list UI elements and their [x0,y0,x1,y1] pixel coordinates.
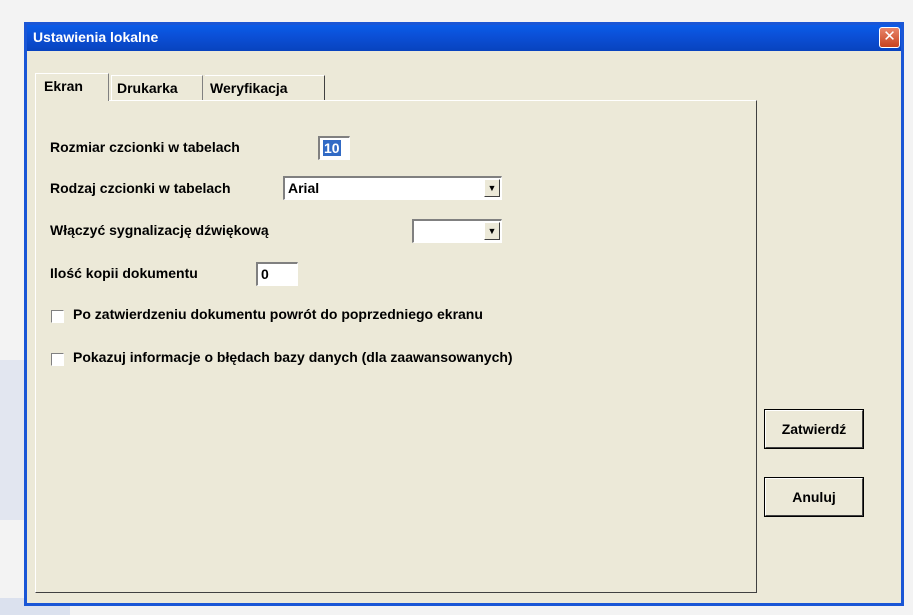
tab-panel-ekran: Rozmiar czcionki w tabelach 10 Rodzaj cz… [35,100,757,593]
font-type-select[interactable]: Arial ▼ [283,176,502,200]
font-size-label: Rozmiar czcionki w tabelach [50,139,240,155]
sound-select[interactable]: ▼ [412,219,502,243]
tab-ekran-label: Ekran [44,78,83,94]
font-type-dropdown-button[interactable]: ▼ [484,179,500,197]
tab-ekran[interactable]: Ekran [35,73,109,101]
return-checkbox-label[interactable]: Po zatwierdzeniu dokumentu powrót do pop… [73,306,483,322]
tab-drukarka[interactable]: Drukarka [111,75,203,101]
tab-weryfikacja-label: Weryfikacja [210,80,288,96]
chevron-down-icon: ▼ [487,183,497,193]
confirm-button[interactable]: Zatwierdź [764,409,864,449]
close-button[interactable]: ✕ [879,27,900,48]
font-type-value: Arial [288,180,320,196]
settings-dialog: Ustawienia lokalne ✕ Ekran Drukarka Wery… [24,22,904,606]
db-errors-checkbox[interactable] [51,353,64,366]
chevron-down-icon: ▼ [487,226,497,236]
tab-weryfikacja[interactable]: Weryfikacja [205,75,325,101]
window-title: Ustawienia lokalne [33,29,159,45]
copies-input[interactable]: 0 [256,262,298,286]
copies-label: Ilość kopii dokumentu [50,265,198,281]
font-size-input[interactable]: 10 [318,136,350,160]
sound-label: Włączyć sygnalizację dźwiękową [50,222,269,238]
db-errors-checkbox-label[interactable]: Pokazuj informacje o błędach bazy danych… [73,349,513,365]
cancel-button[interactable]: Anuluj [764,477,864,517]
font-size-value: 10 [323,140,341,156]
font-type-label: Rodzaj czcionki w tabelach [50,180,231,196]
copies-value: 0 [261,266,269,282]
close-icon: ✕ [883,28,896,45]
tab-drukarka-label: Drukarka [117,80,178,96]
title-bar[interactable]: Ustawienia lokalne ✕ [27,25,901,51]
confirm-button-label: Zatwierdź [781,421,847,437]
cancel-button-label: Anuluj [792,489,836,505]
return-checkbox[interactable] [51,310,64,323]
sound-dropdown-button[interactable]: ▼ [484,222,500,240]
